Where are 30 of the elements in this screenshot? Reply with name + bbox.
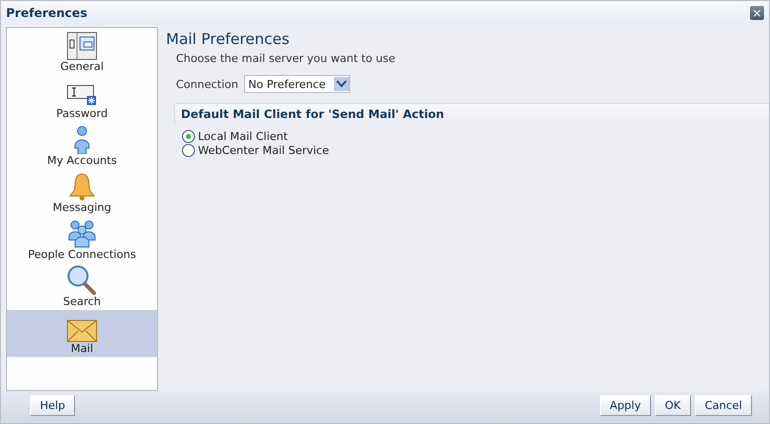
dialog-button[interactable]: OK — [654, 394, 691, 416]
sidebar-item[interactable]: Search — [7, 263, 157, 310]
radio-button[interactable] — [182, 144, 195, 157]
sidebar-item[interactable]: Mail — [7, 310, 157, 357]
person-icon — [74, 126, 90, 154]
password-field-icon — [67, 85, 97, 107]
help-button[interactable]: Help — [30, 394, 76, 416]
sidebar-item[interactable]: General — [7, 28, 157, 75]
connection-dropdown[interactable]: No Preference — [244, 75, 350, 93]
sidebar-item[interactable]: Password — [7, 75, 157, 122]
page-title: Mail Preferences — [166, 30, 290, 48]
window-title: Preferences — [6, 6, 88, 20]
bell-icon — [68, 173, 96, 201]
sidebar-item[interactable]: My Accounts — [7, 122, 157, 169]
dialog-button[interactable]: Apply — [600, 394, 651, 416]
description: Choose the mail server you want to use — [176, 52, 396, 65]
sidebar-item[interactable]: Messaging — [7, 169, 157, 216]
close-button[interactable]: × — [750, 6, 764, 20]
envelope-icon — [67, 320, 97, 342]
caret-icon — [334, 77, 349, 91]
radio-option[interactable]: WebCenter Mail Service — [182, 144, 769, 157]
radio-option[interactable]: Local Mail Client — [182, 130, 769, 143]
dialog-button[interactable]: Cancel — [694, 394, 752, 416]
field-label: Connection — [176, 78, 238, 90]
people-icon — [68, 220, 96, 248]
panel-icon — [67, 32, 97, 60]
search-icon — [67, 265, 97, 295]
sidebar-item[interactable]: People Connections — [7, 216, 157, 263]
radio-button[interactable] — [182, 130, 195, 143]
section-header: Default Mail Client for 'Send Mail' Action — [174, 103, 769, 124]
